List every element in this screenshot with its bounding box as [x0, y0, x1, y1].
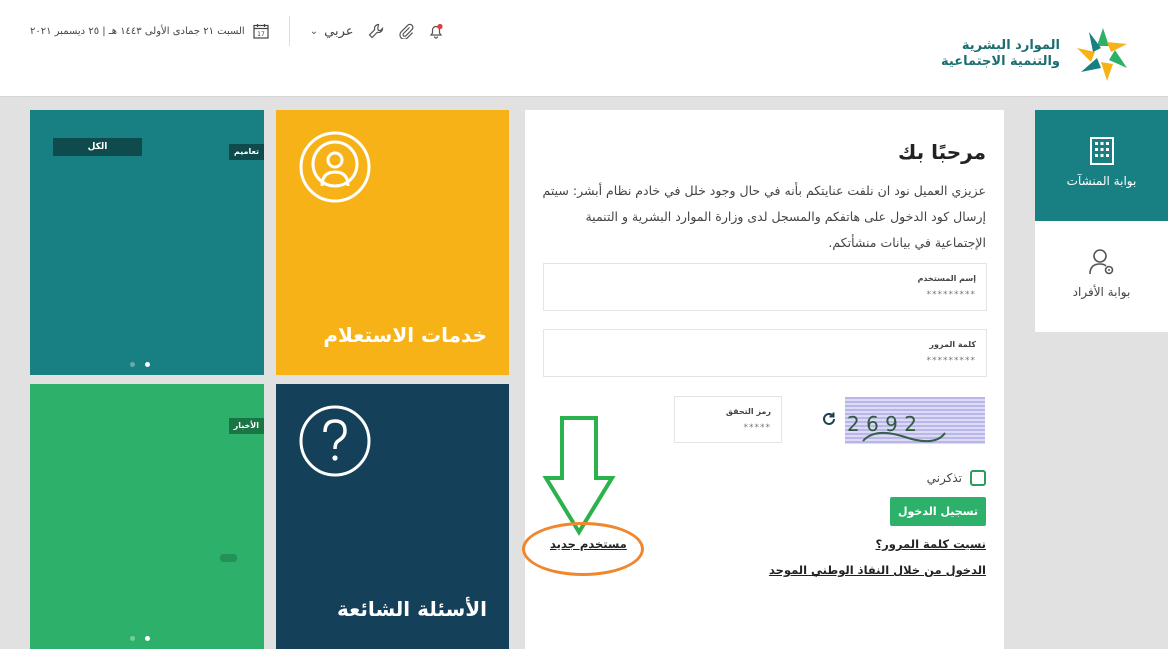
- header-toolbar: السبت ٢١ جمادى الأولى ١٤٤٣ هـ | ٢٥ ديسمب…: [30, 16, 444, 46]
- broadcast-user-icon: [299, 131, 371, 203]
- calendar-day: 17: [257, 31, 265, 38]
- username-label: إسم المستخدم: [917, 274, 976, 283]
- username-value[interactable]: *********: [927, 290, 977, 300]
- carousel-dot-active[interactable]: [145, 362, 150, 367]
- bell-icon[interactable]: [428, 23, 444, 39]
- inquiry-services-tile[interactable]: خدمات الاستعلام: [276, 110, 509, 375]
- nafath-login-link[interactable]: الدخول من خلال النفاذ الوطني الموحد: [769, 563, 986, 577]
- password-field[interactable]: كلمة المرور *********: [543, 329, 987, 377]
- inquiry-services-title: خدمات الاستعلام: [323, 323, 487, 347]
- remember-me[interactable]: تذكرني: [927, 470, 986, 486]
- carousel-dots: [130, 636, 150, 641]
- login-card: مرحبًا بك عزيزي العميل نود ان نلفت عنايت…: [525, 110, 1004, 649]
- header-divider: [288, 16, 290, 46]
- faq-tile[interactable]: الأسئلة الشائعة: [276, 384, 509, 649]
- faq-title: الأسئلة الشائعة: [337, 597, 487, 621]
- question-mark-icon: [299, 405, 371, 477]
- ministry-logo[interactable]: الموارد البشرية والتنمية الاجتماعية: [941, 26, 1138, 82]
- building-icon: [1089, 137, 1114, 165]
- date-text: السبت ٢١ جمادى الأولى ١٤٤٣ هـ | ٢٥ ديسمب…: [30, 25, 245, 37]
- remember-me-checkbox[interactable]: [970, 470, 986, 486]
- chevron-down-icon: ⌄: [309, 25, 319, 37]
- verification-code-value[interactable]: *****: [744, 423, 772, 433]
- username-field[interactable]: إسم المستخدم *********: [543, 263, 987, 311]
- verification-code-label: رمز التحقق: [725, 407, 771, 416]
- logo-line-1: الموارد البشرية: [961, 38, 1060, 53]
- circulars-tile[interactable]: الكل تعاميم: [30, 110, 264, 375]
- forgot-password-link[interactable]: نسيت كلمة المرور؟: [875, 537, 986, 551]
- language-label: عربي: [324, 23, 354, 39]
- ministry-emblem-icon: [1077, 28, 1127, 81]
- captcha-image: 2 6 9 2: [845, 397, 985, 444]
- captcha-glyphs: 2 6 9 2: [847, 412, 946, 443]
- remember-me-label: تذكرني: [926, 471, 962, 485]
- news-tile[interactable]: الأخبار: [30, 384, 264, 649]
- user-settings-icon: [1088, 249, 1113, 275]
- logo-text: الموارد البشرية والتنمية الاجتماعية: [941, 38, 1060, 70]
- login-button[interactable]: تسجيل الدخول: [890, 497, 986, 526]
- individuals-portal-tab[interactable]: بوابة الأفراد: [1035, 221, 1168, 332]
- carousel-dot-active[interactable]: [145, 636, 150, 641]
- wrench-icon[interactable]: [368, 23, 384, 39]
- paperclip-icon[interactable]: [398, 23, 414, 39]
- tag-all[interactable]: الكل: [53, 138, 142, 156]
- logo-line-2: والتنمية الاجتماعية: [941, 54, 1060, 69]
- tag-circulars[interactable]: تعاميم: [228, 144, 264, 160]
- carousel-dots: [130, 362, 150, 367]
- news-indicator: [220, 554, 237, 562]
- carousel-dot[interactable]: [130, 362, 135, 367]
- carousel-dot[interactable]: [130, 636, 135, 641]
- individuals-portal-label: بوابة الأفراد: [1072, 285, 1131, 299]
- password-value[interactable]: *********: [927, 356, 977, 366]
- verification-code-field[interactable]: رمز التحقق *****: [674, 396, 782, 443]
- calendar-icon: 17: [253, 24, 269, 39]
- password-label: كلمة المرور: [929, 340, 976, 349]
- login-notice: عزيزي العميل نود ان نلفت عنايتكم بأنه في…: [542, 183, 986, 250]
- refresh-icon[interactable]: [820, 410, 838, 428]
- tag-news[interactable]: الأخبار: [228, 418, 264, 434]
- new-user-link[interactable]: مستخدم جديد: [550, 537, 627, 551]
- notification-dot: [436, 23, 443, 30]
- header: السبت ٢١ جمادى الأولى ١٤٤٣ هـ | ٢٥ ديسمب…: [0, 0, 1168, 97]
- establishments-portal-tab[interactable]: بوابة المنشآت: [1035, 110, 1168, 221]
- welcome-heading: مرحبًا بك: [897, 140, 986, 164]
- language-selector[interactable]: ⌄ عربي: [310, 24, 354, 39]
- establishments-portal-label: بوابة المنشآت: [1066, 174, 1137, 188]
